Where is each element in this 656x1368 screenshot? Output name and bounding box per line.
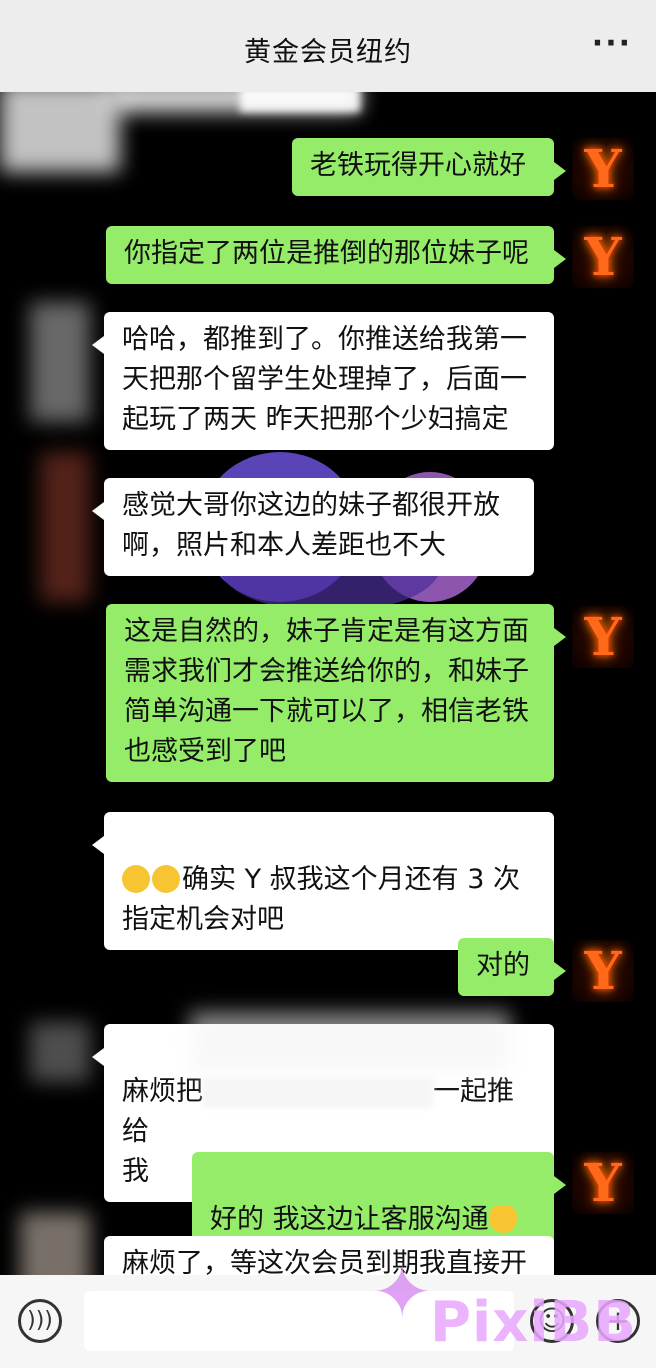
avatar[interactable]: Y: [572, 138, 634, 200]
laughing-crying-emoji-icon: [122, 865, 150, 893]
message-bubble-theirs[interactable]: 感觉大哥你这边的妹子都很开放 啊，照片和本人差距也不大: [92, 478, 534, 576]
laughing-crying-emoji-icon: [152, 865, 180, 893]
message-bubble-mine[interactable]: 老铁玩得开心就好: [292, 138, 566, 196]
chat-header: 黄金会员纽约 ···: [0, 0, 656, 92]
chat-title: 黄金会员纽约: [244, 37, 412, 68]
redacted-area: [40, 452, 90, 602]
redacted-area: [0, 92, 120, 172]
redacted-text: [203, 1077, 433, 1108]
message-bubble-mine[interactable]: 这是自然的，妹子肯定是有这方面 需求我们才会推送给你的，和妹子 简单沟通一下就可…: [106, 604, 566, 782]
message-text: 确实 Y 叔我这个月还有 3 次 指定机会对吧: [122, 864, 521, 935]
message-text: 好的 我这边让客服沟通: [210, 1204, 489, 1235]
message-bubble-mine[interactable]: 你指定了两位是推倒的那位妹子呢: [106, 226, 566, 284]
avatar[interactable]: Y: [572, 606, 634, 668]
message-text: 麻烦把: [122, 1076, 203, 1107]
redacted-area: [190, 1012, 510, 1072]
message-bubble-theirs[interactable]: 哈哈，都推到了。你推送给我第一 天把那个留学生处理掉了，后面一 起玩了两天 昨天…: [92, 312, 554, 450]
voice-icon[interactable]: ))): [18, 1299, 62, 1343]
message-list[interactable]: 老铁玩得开心就好 Y 你指定了两位是推倒的那位妹子呢 Y 哈哈，都推到了。你推送…: [0, 92, 656, 1275]
message-bubble-theirs[interactable]: 麻烦了，等这次会员到期我直接开: [104, 1236, 554, 1275]
more-dots-icon[interactable]: ···: [592, 26, 632, 61]
avatar[interactable]: Y: [572, 226, 634, 288]
avatar[interactable]: Y: [572, 1152, 634, 1214]
fairy-logo-icon: ✦: [372, 1250, 433, 1334]
watermark: PixiBB: [430, 1290, 637, 1355]
redacted-area: [240, 92, 360, 112]
message-bubble-theirs[interactable]: 确实 Y 叔我这个月还有 3 次 指定机会对吧: [92, 812, 554, 950]
redacted-area: [30, 302, 90, 422]
redacted-area: [20, 1212, 90, 1275]
redacted-area: [30, 1022, 90, 1082]
ok-hand-emoji-icon: [488, 1205, 517, 1233]
avatar[interactable]: Y: [572, 940, 634, 1002]
message-bubble-mine[interactable]: 对的: [458, 938, 566, 996]
